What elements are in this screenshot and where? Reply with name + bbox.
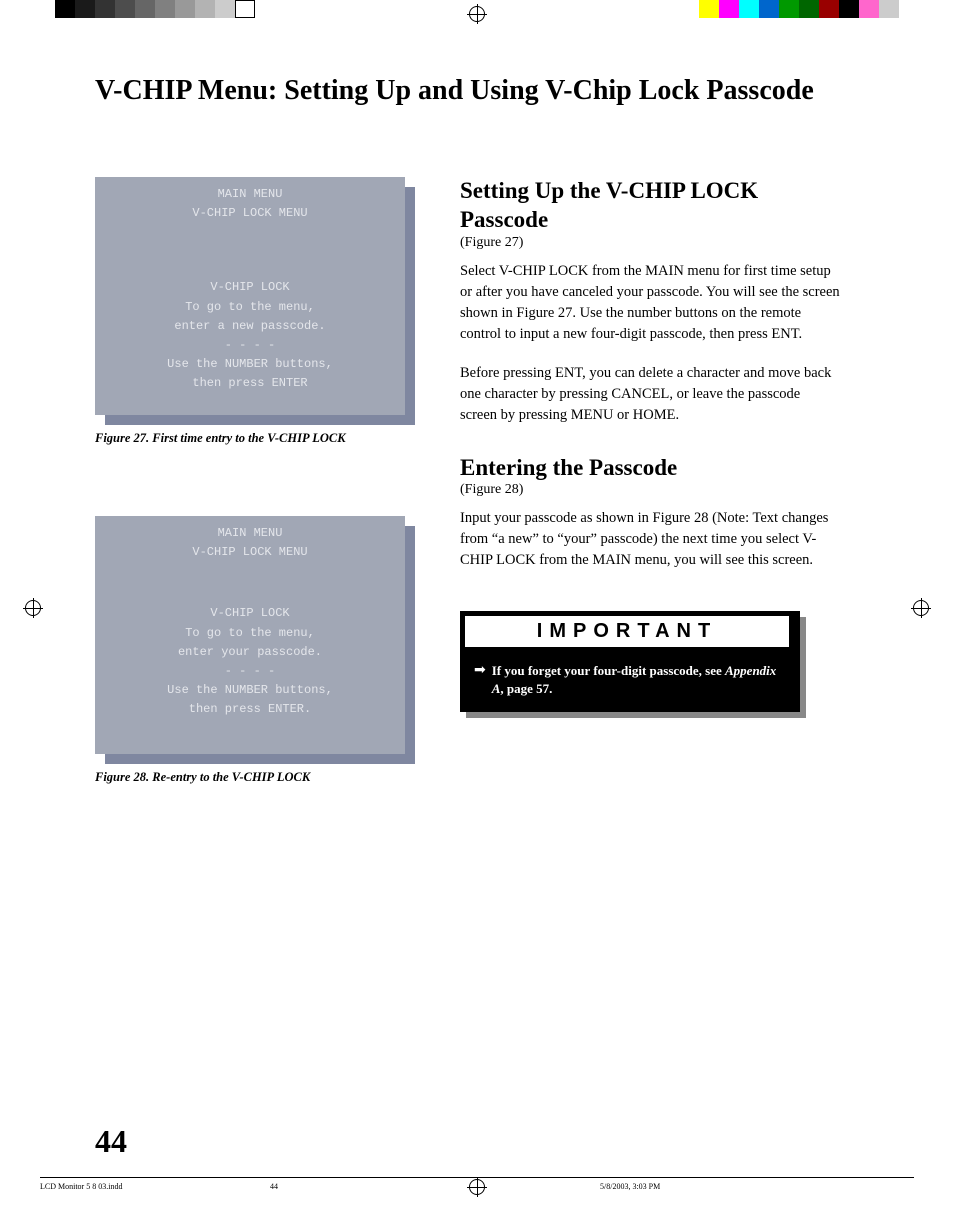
section-heading: Entering the Passcode bbox=[460, 454, 840, 483]
right-column: Setting Up the V-CHIP LOCK Passcode (Fig… bbox=[460, 177, 840, 855]
registration-mark-icon bbox=[913, 600, 929, 616]
menu-header-line: V-CHIP LOCK MENU bbox=[95, 543, 405, 562]
menu-line: - - - - bbox=[95, 336, 405, 355]
important-text: If you forget your four-digit passcode, … bbox=[492, 662, 790, 697]
menu-line: then press ENTER bbox=[95, 374, 405, 393]
page-number: 44 bbox=[95, 1123, 127, 1160]
registration-mark-icon bbox=[25, 600, 41, 616]
registration-mark-icon bbox=[469, 1179, 485, 1195]
menu-line: V-CHIP LOCK bbox=[95, 604, 405, 623]
figure-caption: Figure 28. Re-entry to the V-CHIP LOCK bbox=[95, 770, 430, 785]
registration-mark-icon bbox=[469, 6, 485, 22]
body-paragraph: Input your passcode as shown in Figure 2… bbox=[460, 508, 840, 571]
menu-line: enter your passcode. bbox=[95, 643, 405, 662]
figure-reference: (Figure 28) bbox=[460, 482, 840, 498]
arrow-right-icon: ➡ bbox=[474, 662, 486, 697]
menu-line: - - - - bbox=[95, 662, 405, 681]
menu-line: V-CHIP LOCK bbox=[95, 278, 405, 297]
menu-line: then press ENTER. bbox=[95, 700, 405, 719]
menu-header-line: MAIN MENU bbox=[95, 185, 405, 204]
important-header: IMPORTANT bbox=[464, 615, 790, 648]
footer-timestamp: 5/8/2003, 3:03 PM bbox=[600, 1182, 660, 1191]
menu-line: Use the NUMBER buttons, bbox=[95, 681, 405, 700]
menu-header-line: V-CHIP LOCK MENU bbox=[95, 204, 405, 223]
grayscale-calibration-blocks bbox=[55, 0, 255, 18]
color-calibration-blocks bbox=[699, 0, 899, 18]
left-column: MAIN MENU V-CHIP LOCK MENU V-CHIP LOCK T… bbox=[95, 177, 430, 855]
menu-header-line: MAIN MENU bbox=[95, 524, 405, 543]
body-paragraph: Before pressing ENT, you can delete a ch… bbox=[460, 363, 840, 426]
footer-page-num: 44 bbox=[270, 1182, 370, 1191]
menu-line: enter a new passcode. bbox=[95, 317, 405, 336]
figure-28: MAIN MENU V-CHIP LOCK MENU V-CHIP LOCK T… bbox=[95, 516, 430, 785]
menu-line: Use the NUMBER buttons, bbox=[95, 355, 405, 374]
figure-27: MAIN MENU V-CHIP LOCK MENU V-CHIP LOCK T… bbox=[95, 177, 430, 446]
menu-line: To go to the menu, bbox=[95, 298, 405, 317]
body-paragraph: Select V-CHIP LOCK from the MAIN menu fo… bbox=[460, 261, 840, 345]
figure-reference: (Figure 27) bbox=[460, 235, 840, 251]
page-title: V-CHIP Menu: Setting Up and Using V-Chip… bbox=[95, 75, 865, 107]
menu-line: To go to the menu, bbox=[95, 624, 405, 643]
figure-caption: Figure 27. First time entry to the V-CHI… bbox=[95, 431, 430, 446]
important-callout: IMPORTANT ➡ If you forget your four-digi… bbox=[460, 611, 800, 711]
footer-filename: LCD Monitor 5 8 03.indd bbox=[40, 1182, 270, 1191]
print-registration-strip bbox=[0, 0, 954, 20]
section-heading: Setting Up the V-CHIP LOCK Passcode bbox=[460, 177, 840, 235]
